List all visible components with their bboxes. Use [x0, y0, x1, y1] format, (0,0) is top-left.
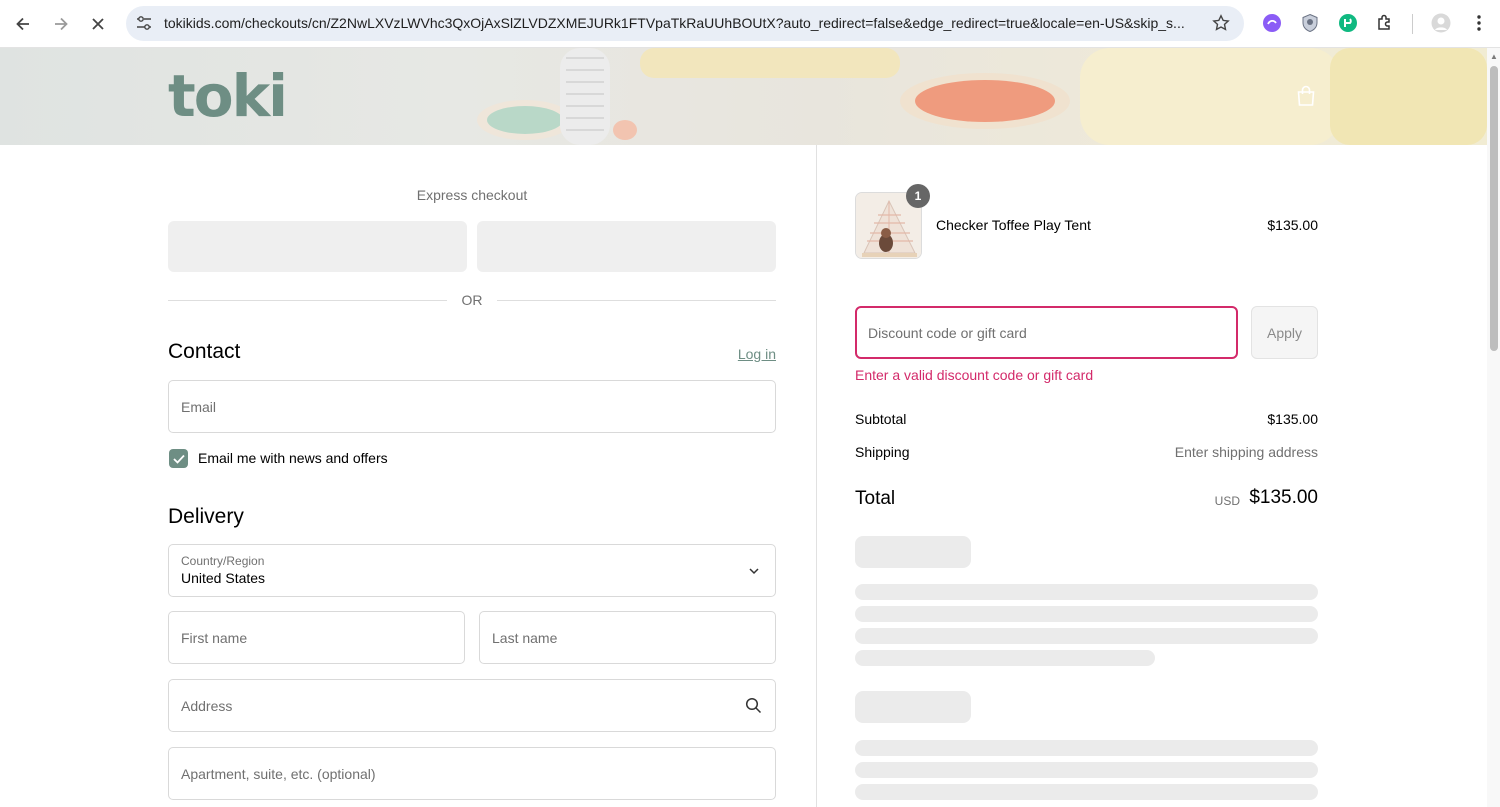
- product-name: Checker Toffee Play Tent: [936, 217, 1091, 233]
- product-price: $135.00: [1267, 217, 1318, 233]
- or-text: OR: [461, 292, 483, 308]
- shipping-value: Enter shipping address: [1174, 444, 1318, 460]
- apartment-placeholder: Apartment, suite, etc. (optional): [181, 766, 376, 782]
- last-name-placeholder: Last name: [492, 630, 558, 646]
- country-label: Country/Region: [181, 554, 265, 568]
- total-label: Total: [855, 488, 896, 509]
- scrollbar-thumb[interactable]: [1490, 66, 1498, 351]
- subtotal-label: Subtotal: [855, 411, 907, 427]
- back-icon[interactable]: [9, 10, 37, 38]
- bookmark-star-icon[interactable]: [1212, 14, 1230, 32]
- profile-avatar-icon[interactable]: [1431, 13, 1451, 33]
- first-name-placeholder: First name: [181, 630, 248, 646]
- scroll-up-arrow-icon[interactable]: ▲: [1489, 52, 1499, 62]
- apartment-field[interactable]: Apartment, suite, etc. (optional): [168, 747, 776, 800]
- log-in-link[interactable]: Log in: [700, 346, 776, 362]
- total-value: $135.00: [1249, 487, 1318, 508]
- quantity-badge: 1: [906, 184, 930, 208]
- more-menu-icon[interactable]: [1469, 13, 1489, 33]
- discount-placeholder: Discount code or gift card: [868, 325, 1027, 341]
- express-pay-button-1[interactable]: [168, 221, 467, 272]
- address-bar[interactable]: tokikids.com/checkouts/cn/Z2NwLXVzLWVhc3…: [126, 6, 1244, 41]
- extension-green-icon[interactable]: [1338, 13, 1358, 33]
- store-logo[interactable]: toki: [168, 62, 288, 130]
- address-placeholder: Address: [181, 698, 233, 714]
- extension-purple-icon[interactable]: [1262, 13, 1282, 33]
- forward-icon[interactable]: [47, 10, 75, 38]
- skeleton-heading: [855, 536, 971, 568]
- skeleton-heading: [855, 691, 971, 723]
- store-header-banner: toki: [0, 48, 1487, 145]
- skeleton-line: [855, 650, 1155, 666]
- search-icon[interactable]: [745, 697, 762, 714]
- first-name-field[interactable]: First name: [168, 611, 465, 664]
- column-divider: [816, 145, 817, 807]
- chevron-down-icon: [749, 568, 759, 575]
- discount-error-message: Enter a valid discount code or gift card: [855, 367, 1094, 383]
- site-info-icon[interactable]: [135, 14, 153, 32]
- extensions-puzzle-icon[interactable]: [1375, 13, 1395, 33]
- address-field[interactable]: Address: [168, 679, 776, 732]
- delivery-heading: Delivery: [168, 505, 244, 528]
- skeleton-line: [855, 762, 1318, 778]
- country-value: United States: [181, 570, 266, 586]
- express-pay-button-2[interactable]: [477, 221, 776, 272]
- skeleton-line: [855, 606, 1318, 622]
- skeleton-line: [855, 784, 1318, 800]
- newsletter-label[interactable]: Email me with news and offers: [198, 450, 388, 466]
- url-text[interactable]: tokikids.com/checkouts/cn/Z2NwLXVzLWVhc3…: [164, 15, 1199, 31]
- newsletter-checkbox[interactable]: [169, 449, 188, 468]
- discount-code-input[interactable]: Discount code or gift card: [855, 306, 1238, 359]
- checkmark-icon: [172, 454, 185, 464]
- email-placeholder: Email: [181, 399, 217, 415]
- stop-loading-icon[interactable]: [84, 10, 112, 38]
- extension-shield-icon[interactable]: [1300, 13, 1320, 33]
- email-field[interactable]: Email: [168, 380, 776, 433]
- skeleton-line: [855, 628, 1318, 644]
- subtotal-value: $135.00: [1267, 411, 1318, 427]
- contact-heading: Contact: [168, 340, 241, 363]
- shipping-label: Shipping: [855, 444, 910, 460]
- shopping-bag-icon[interactable]: [1296, 85, 1316, 107]
- or-divider: OR: [168, 292, 776, 308]
- skeleton-line: [855, 740, 1318, 756]
- apply-discount-button[interactable]: Apply: [1251, 306, 1318, 359]
- country-select[interactable]: Country/Region United States: [168, 544, 776, 597]
- last-name-field[interactable]: Last name: [479, 611, 776, 664]
- express-checkout-label: Express checkout: [416, 187, 528, 203]
- skeleton-line: [855, 584, 1318, 600]
- toolbar-separator: [1412, 14, 1413, 34]
- browser-toolbar: tokikids.com/checkouts/cn/Z2NwLXVzLWVhc3…: [0, 0, 1500, 48]
